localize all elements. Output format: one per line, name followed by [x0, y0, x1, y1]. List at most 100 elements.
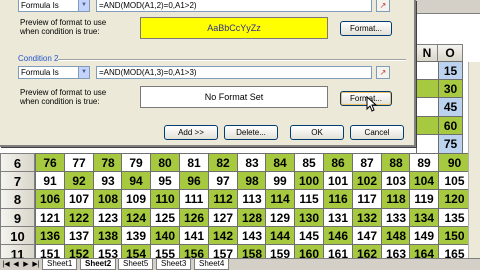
- grid-cell[interactable]: 107: [64, 189, 94, 209]
- cancel-button[interactable]: Cancel: [350, 125, 404, 140]
- grid-cell[interactable]: 85: [294, 153, 324, 173]
- grid-cell[interactable]: 133: [381, 208, 411, 228]
- grid-cell[interactable]: 129: [265, 208, 295, 228]
- grid-cell[interactable]: 145: [294, 226, 324, 246]
- condition2-collapse-icon[interactable]: ↗: [376, 66, 390, 79]
- grid-cell[interactable]: 136: [35, 226, 65, 246]
- grid-cell[interactable]: 138: [93, 226, 123, 246]
- sheet-tab-5[interactable]: Sheet4: [194, 259, 230, 270]
- grid-cell[interactable]: 75: [438, 134, 463, 154]
- row-header[interactable]: 6: [0, 153, 35, 173]
- grid-cell[interactable]: 104: [409, 171, 439, 191]
- grid-cell[interactable]: 126: [179, 208, 209, 228]
- condition2-type-select[interactable]: Formula Is ▼: [18, 66, 90, 79]
- last-sheet-icon[interactable]: ▶|: [32, 260, 40, 269]
- grid-cell[interactable]: 94: [121, 171, 151, 191]
- grid-cell[interactable]: 149: [409, 226, 439, 246]
- grid-cell[interactable]: 101: [323, 171, 353, 191]
- grid-cell[interactable]: 146: [323, 226, 353, 246]
- column-header-o[interactable]: O: [437, 44, 463, 62]
- grid-cell[interactable]: 96: [179, 171, 209, 191]
- grid-cell[interactable]: [416, 116, 439, 136]
- grid-cell[interactable]: 77: [64, 153, 94, 173]
- row-header[interactable]: 10: [0, 226, 35, 246]
- grid-cell[interactable]: 91: [35, 171, 65, 191]
- grid-cell[interactable]: 103: [381, 171, 411, 191]
- grid-cell[interactable]: 109: [121, 189, 151, 209]
- add-button[interactable]: Add >>: [164, 125, 218, 140]
- grid-cell[interactable]: 150: [438, 226, 471, 246]
- grid-cell[interactable]: 78: [93, 153, 123, 173]
- sheet-tab-1[interactable]: Sheet1: [42, 259, 78, 270]
- condition1-formula-input[interactable]: =AND(MOD(A1,2)=0,A1>2): [96, 0, 372, 12]
- grid-cell[interactable]: 100: [294, 171, 324, 191]
- grid-cell[interactable]: 142: [208, 226, 238, 246]
- grid-cell[interactable]: 45: [438, 97, 463, 117]
- grid-cell[interactable]: 143: [237, 226, 267, 246]
- grid-cell[interactable]: 99: [265, 171, 295, 191]
- grid-cell[interactable]: 83: [237, 153, 267, 173]
- grid-cell[interactable]: 122: [64, 208, 94, 228]
- grid-cell[interactable]: 116: [323, 189, 353, 209]
- row-header[interactable]: 7: [0, 171, 35, 191]
- grid-cell[interactable]: 137: [64, 226, 94, 246]
- grid-cell[interactable]: 130: [294, 208, 324, 228]
- vertical-scrollbar[interactable]: [468, 62, 480, 258]
- condition2-formula-input[interactable]: =AND(MOD(A1,3)=0,A1>3): [96, 66, 372, 79]
- sheet-tab-2[interactable]: Sheet2: [80, 259, 117, 270]
- grid-cell[interactable]: 106: [35, 189, 65, 209]
- grid-cell[interactable]: 111: [179, 189, 209, 209]
- grid-cell[interactable]: 30: [438, 79, 463, 99]
- grid-cell[interactable]: 121: [35, 208, 65, 228]
- delete-button[interactable]: Delete...: [224, 125, 278, 140]
- sheet-tab-4[interactable]: Sheet3: [156, 259, 192, 270]
- grid-cell[interactable]: 139: [121, 226, 151, 246]
- grid-cell[interactable]: 132: [352, 208, 382, 228]
- grid-cell[interactable]: 93: [93, 171, 123, 191]
- grid-cell[interactable]: 134: [409, 208, 439, 228]
- column-header-n[interactable]: N: [416, 44, 438, 62]
- ok-button[interactable]: OK: [290, 125, 344, 140]
- grid-cell[interactable]: 90: [438, 153, 471, 173]
- grid-cell[interactable]: 115: [294, 189, 324, 209]
- grid-cell[interactable]: 80: [150, 153, 180, 173]
- grid-cell[interactable]: 114: [265, 189, 295, 209]
- grid-cell[interactable]: 105: [438, 171, 471, 191]
- grid-cell[interactable]: [416, 134, 439, 154]
- condition1-type-select[interactable]: Formula Is ▼: [18, 0, 90, 12]
- grid-cell[interactable]: 110: [150, 189, 180, 209]
- condition1-collapse-icon[interactable]: ↗: [376, 0, 390, 12]
- grid-cell[interactable]: 117: [352, 189, 382, 209]
- grid-cell[interactable]: 81: [179, 153, 209, 173]
- next-sheet-icon[interactable]: ▶: [22, 260, 30, 269]
- grid-cell[interactable]: 82: [208, 153, 238, 173]
- grid-cell[interactable]: 60: [438, 116, 463, 136]
- grid-cell[interactable]: 147: [352, 226, 382, 246]
- grid-cell[interactable]: 118: [381, 189, 411, 209]
- grid-cell[interactable]: 144: [265, 226, 295, 246]
- grid-cell[interactable]: 88: [381, 153, 411, 173]
- grid-cell[interactable]: [416, 61, 439, 81]
- condition1-format-button[interactable]: Format...: [340, 21, 392, 36]
- grid-cell[interactable]: 119: [409, 189, 439, 209]
- first-sheet-icon[interactable]: |◀: [2, 260, 10, 269]
- grid-cell[interactable]: 86: [323, 153, 353, 173]
- grid-cell[interactable]: 87: [352, 153, 382, 173]
- grid-cell[interactable]: 112: [208, 189, 238, 209]
- grid-cell[interactable]: 95: [150, 171, 180, 191]
- grid-cell[interactable]: 123: [93, 208, 123, 228]
- grid-cell[interactable]: 128: [237, 208, 267, 228]
- grid-cell[interactable]: 148: [381, 226, 411, 246]
- grid-cell[interactable]: 15: [438, 61, 463, 81]
- grid-cell[interactable]: 102: [352, 171, 382, 191]
- row-header[interactable]: 8: [0, 189, 35, 209]
- grid-cell[interactable]: 125: [150, 208, 180, 228]
- grid-cell[interactable]: 92: [64, 171, 94, 191]
- grid-cell[interactable]: [416, 97, 439, 117]
- grid-cell[interactable]: 113: [237, 189, 267, 209]
- grid-cell[interactable]: 79: [121, 153, 151, 173]
- grid-cell[interactable]: 76: [35, 153, 65, 173]
- grid-cell[interactable]: 84: [265, 153, 295, 173]
- grid-cell[interactable]: 120: [438, 189, 471, 209]
- grid-cell[interactable]: [416, 79, 439, 99]
